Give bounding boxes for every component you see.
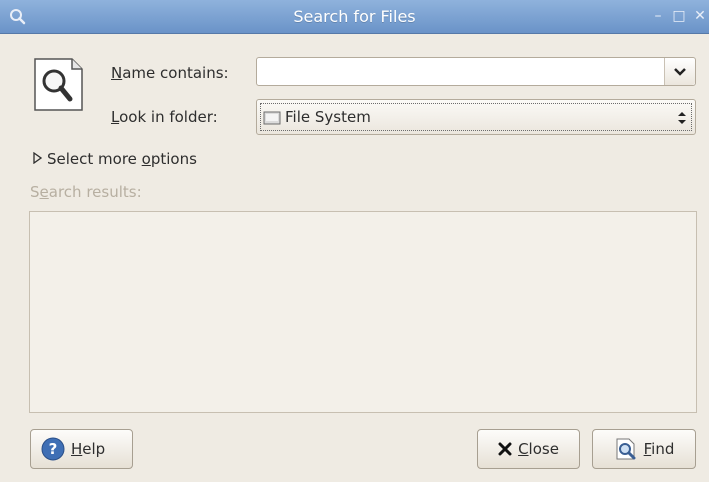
search-document-icon	[34, 58, 83, 111]
find-button[interactable]: Find	[592, 429, 696, 469]
search-results-list[interactable]	[29, 211, 697, 413]
search-for-files-window: Search for Files – □ ✕ Name contains: Lo…	[0, 0, 709, 482]
select-more-options-expander[interactable]: Select more options	[33, 150, 197, 168]
minimize-icon[interactable]: –	[651, 9, 665, 23]
maximize-icon[interactable]: □	[672, 9, 686, 23]
folder-value: File System	[285, 108, 371, 126]
find-icon	[616, 438, 636, 460]
updown-arrows-icon	[678, 112, 686, 124]
svg-text:?: ?	[49, 440, 58, 458]
drive-icon	[263, 111, 281, 125]
look-in-folder-select[interactable]: File System	[256, 99, 696, 135]
help-icon: ?	[41, 437, 65, 461]
name-contains-input[interactable]	[261, 61, 660, 84]
name-contains-label: Name contains:	[111, 64, 229, 82]
close-icon[interactable]: ✕	[693, 9, 707, 23]
name-contains-combo[interactable]	[256, 57, 696, 86]
chevron-down-icon	[674, 68, 686, 76]
close-x-icon	[498, 442, 512, 456]
search-results-label: Search results:	[30, 183, 142, 201]
triangle-right-icon	[33, 150, 47, 168]
close-button-label: Close	[518, 440, 559, 458]
find-button-label: Find	[643, 440, 675, 458]
help-button-label: Help	[71, 440, 106, 458]
look-in-folder-label: Look in folder:	[111, 108, 218, 126]
name-history-dropdown-button[interactable]	[664, 58, 695, 85]
title-bar[interactable]: Search for Files – □ ✕	[0, 0, 709, 34]
help-button[interactable]: ? Help	[30, 429, 133, 469]
window-title: Search for Files	[293, 7, 416, 26]
close-button[interactable]: Close	[477, 429, 580, 469]
